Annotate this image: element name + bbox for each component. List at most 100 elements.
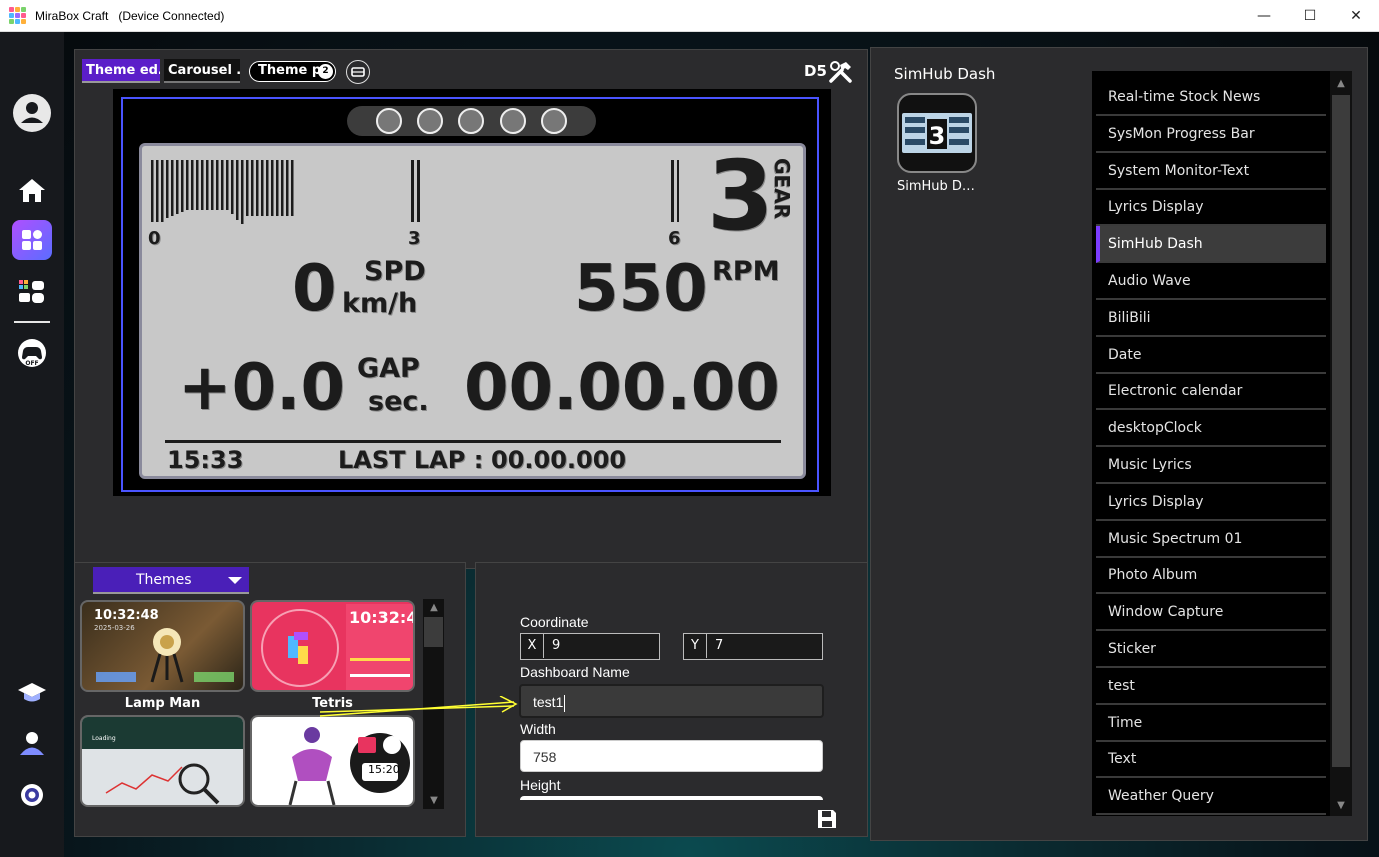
scroll-down-icon[interactable]: ▼ <box>1332 797 1350 813</box>
lap-time: 00.00.00 <box>464 351 780 425</box>
plugin-list-item[interactable]: Music Spectrum 01 <box>1096 521 1326 558</box>
graduation-cap-icon[interactable] <box>12 673 52 713</box>
page-indicator <box>347 106 596 136</box>
user-avatar-icon[interactable] <box>12 93 52 133</box>
page-dot[interactable] <box>540 108 567 134</box>
themes-dropdown[interactable]: Themes <box>93 567 249 594</box>
gap-value: +0.0 <box>178 351 345 425</box>
gap-unit: sec. <box>368 386 429 417</box>
plugin-list-item[interactable]: Weather Query <box>1096 778 1326 816</box>
x-coordinate-field[interactable]: X 9 <box>520 633 660 660</box>
dashboard-name-value: test1 <box>533 694 564 710</box>
plugin-list-item[interactable]: Lyrics Display <box>1096 189 1326 227</box>
close-button[interactable]: ✕ <box>1333 0 1379 32</box>
speed-value: 0 <box>292 252 337 326</box>
chevron-down-icon <box>228 577 242 584</box>
plugin-list-item[interactable]: Music Lyrics <box>1096 447 1326 484</box>
plugin-list-item[interactable]: SimHub Dash <box>1096 226 1326 264</box>
theme-thumb-lamp-man[interactable]: 10:32:48 2025-03-26 <box>80 600 245 692</box>
y-axis-label: Y <box>684 634 707 658</box>
magnifier-chart-icon <box>105 763 220 805</box>
plugin-list-item[interactable]: Lyrics Display <box>1096 484 1326 521</box>
theme-thumb-clock-figure[interactable]: 15:20 <box>250 715 415 807</box>
dashboard-name-input[interactable]: test1 <box>519 684 824 718</box>
theme-thumb-tetris[interactable]: 10:32:45 <box>250 600 415 692</box>
thumb-loading-badge: Loading <box>92 735 116 742</box>
scrollbar-thumb[interactable] <box>424 617 443 647</box>
plugin-list-item[interactable]: Electronic calendar <box>1096 373 1326 411</box>
plugin-list-item[interactable]: SysMon Progress Bar <box>1096 116 1326 153</box>
settings-icon[interactable] <box>12 775 52 815</box>
device-screen-icon[interactable] <box>346 60 370 84</box>
width-input[interactable]: 758 <box>520 740 823 772</box>
simhub-dashboard[interactable]: 0 3 6 3 GEAR 0 SPD km/h 550 RPM +0.0 GAP… <box>139 143 806 479</box>
thumb-time: 10:32:45 <box>349 608 413 627</box>
plugin-list-item[interactable]: BiliBili <box>1096 300 1326 337</box>
page-dot[interactable] <box>376 108 403 134</box>
sidebar: OFF <box>0 32 64 857</box>
selected-plugin-title: SimHub Dash <box>894 65 996 83</box>
simhub-dash-tile[interactable]: 3 <box>897 93 977 173</box>
rev-tick-label: 0 <box>148 228 161 249</box>
page-dot[interactable] <box>417 108 444 134</box>
gear-label: GEAR <box>770 158 794 219</box>
plugin-list-item[interactable]: Time <box>1096 705 1326 742</box>
editor-tabs: Theme ed… Carousel … <box>82 59 240 83</box>
theme-pack-button[interactable]: Theme pa 2 <box>249 61 336 82</box>
theme-pack-badge: 2 <box>318 64 333 79</box>
tab-theme-editor[interactable]: Theme ed… <box>82 59 160 83</box>
page-dot[interactable] <box>499 108 526 134</box>
scroll-up-icon[interactable]: ▲ <box>425 599 443 615</box>
window-title: MiraBox Craft (Device Connected) <box>35 8 225 23</box>
themes-dropdown-label: Themes <box>136 572 192 588</box>
x-value: 9 <box>552 638 561 653</box>
last-lap-label: LAST LAP : <box>338 446 484 474</box>
widgets-icon[interactable] <box>12 220 52 260</box>
gamepad-off-icon[interactable]: OFF <box>12 333 52 373</box>
plugin-list-scrollbar[interactable]: ▲ ▼ <box>1330 71 1352 816</box>
plugin-list-item[interactable]: Date <box>1096 337 1326 374</box>
maximize-button[interactable]: ☐ <box>1287 0 1333 32</box>
scroll-down-icon[interactable]: ▼ <box>425 792 443 808</box>
dash-divider <box>165 440 781 443</box>
width-value: 758 <box>533 749 557 765</box>
width-label: Width <box>520 721 556 737</box>
plugin-list-item[interactable]: Window Capture <box>1096 594 1326 632</box>
tetris-clock-icon <box>261 609 339 687</box>
theme-label: Lamp Man <box>124 696 201 711</box>
theme-thumb-loading[interactable]: Loading <box>80 715 245 807</box>
lamp-figure-icon <box>150 628 184 683</box>
plugin-list-item[interactable]: Real-time Stock News <box>1096 79 1326 116</box>
rev-tick-label: 6 <box>668 228 681 249</box>
y-coordinate-field[interactable]: Y 7 <box>683 633 823 660</box>
plugin-list-item[interactable]: test <box>1096 668 1326 705</box>
users-icon[interactable] <box>12 723 52 763</box>
home-icon[interactable] <box>12 170 52 210</box>
simhub-dash-icon: 3 <box>902 113 972 153</box>
plugin-list-item[interactable]: System Monitor-Text <box>1096 153 1326 190</box>
figure-art-icon <box>288 727 336 805</box>
rev-bar-graph <box>151 160 679 224</box>
save-icon[interactable] <box>816 808 838 834</box>
page-dot[interactable] <box>458 108 485 134</box>
plugin-list-item[interactable]: Audio Wave <box>1096 263 1326 300</box>
gear-value: 3 <box>707 140 774 252</box>
scrollbar-thumb[interactable] <box>1332 95 1350 767</box>
plugin-list-item[interactable]: desktopClock <box>1096 410 1326 448</box>
rpm-value: 550 <box>574 252 708 326</box>
sidebar-divider <box>14 321 50 323</box>
height-input[interactable] <box>520 796 823 800</box>
game-apps-icon[interactable] <box>12 272 52 312</box>
height-label: Height <box>520 777 561 793</box>
app-logo-icon <box>9 6 27 25</box>
minimize-button[interactable]: — <box>1241 0 1287 32</box>
clock-value: 15:33 <box>167 446 244 474</box>
scroll-up-icon[interactable]: ▲ <box>1332 75 1350 91</box>
plugin-list-item[interactable]: Sticker <box>1096 631 1326 668</box>
tools-icon[interactable] <box>828 60 854 88</box>
tab-carousel[interactable]: Carousel … <box>164 59 240 83</box>
plugin-list-item[interactable]: Text <box>1096 741 1326 779</box>
rpm-label: RPM <box>712 256 780 287</box>
plugin-list-item[interactable]: Photo Album <box>1096 557 1326 595</box>
speed-label: SPD <box>364 256 426 287</box>
